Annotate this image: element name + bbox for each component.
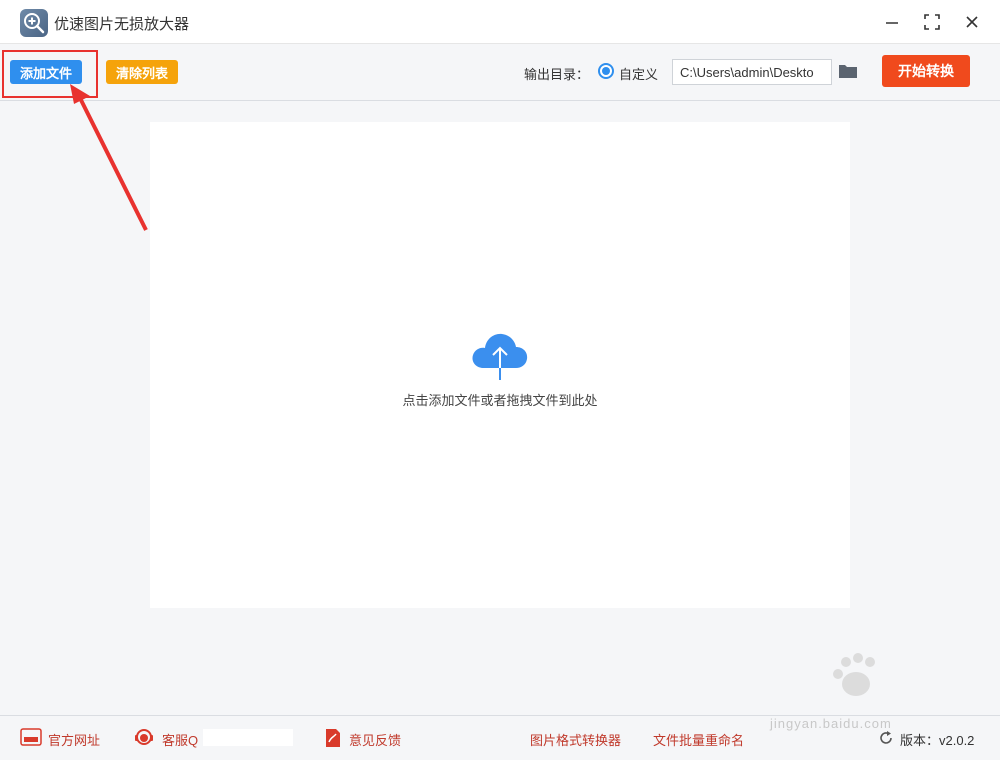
custom-radio-label[interactable]: 自定义 — [619, 64, 658, 83]
app-logo-icon — [20, 9, 48, 37]
drop-hint-text: 点击添加文件或者拖拽文件到此处 — [402, 393, 598, 408]
maximize-icon[interactable] — [920, 10, 944, 34]
watermark-text: jingyan.baidu.com — [770, 716, 892, 731]
clear-list-button[interactable]: 清除列表 — [106, 60, 178, 84]
version-label: 版本：v2.0.2 — [900, 733, 975, 748]
custom-radio[interactable] — [598, 63, 614, 79]
output-path-input[interactable] — [672, 59, 832, 85]
feedback-icon[interactable] — [324, 728, 342, 753]
output-dir-label: 输出目录： — [524, 67, 590, 82]
folder-icon[interactable] — [838, 63, 858, 79]
redacted-area — [203, 729, 293, 746]
cloud-upload-icon — [470, 328, 530, 382]
toolbar: 添加文件 清除列表 输出目录： 自定义 开始转换 — [0, 44, 1000, 101]
support-icon[interactable] — [133, 728, 155, 753]
refresh-icon[interactable] — [878, 730, 894, 751]
add-file-button[interactable]: 添加文件 — [10, 60, 82, 84]
website-icon[interactable] — [20, 728, 42, 751]
drop-zone[interactable]: 点击添加文件或者拖拽文件到此处 — [150, 122, 850, 608]
app-title: 优速图片无损放大器 — [54, 16, 190, 33]
close-icon[interactable] — [960, 10, 984, 34]
feedback-link[interactable]: 意见反馈 — [349, 730, 401, 749]
annotation-arrow — [70, 84, 148, 231]
start-convert-button[interactable]: 开始转换 — [882, 55, 970, 87]
batch-rename-link[interactable]: 文件批量重命名 — [653, 730, 744, 749]
format-converter-link[interactable]: 图片格式转换器 — [530, 730, 621, 749]
minimize-icon[interactable] — [880, 10, 904, 34]
support-link[interactable]: 客服Q — [162, 730, 198, 749]
website-link[interactable]: 官方网址 — [48, 730, 100, 749]
title-bar: 优速图片无损放大器 — [0, 0, 1000, 44]
